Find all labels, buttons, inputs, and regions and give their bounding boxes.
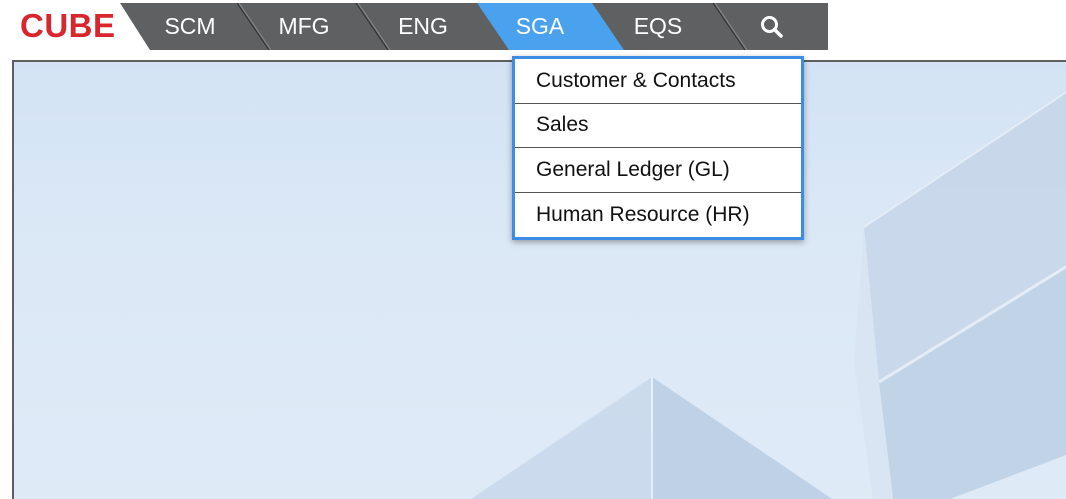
cube-logo[interactable]: CUBE	[20, 6, 116, 46]
sga-dropdown-menu: Customer & Contacts Sales General Ledger…	[512, 56, 804, 240]
menu-item-sales[interactable]: Sales	[515, 104, 801, 148]
tab-mfg[interactable]: MFG	[264, 3, 344, 50]
menu-item-human-resource[interactable]: Human Resource (HR)	[515, 193, 801, 238]
magnifier-icon	[761, 15, 783, 38]
tab-sga[interactable]: SGA	[500, 3, 580, 50]
search-icon[interactable]	[752, 3, 792, 50]
tab-scm[interactable]: SCM	[150, 3, 230, 50]
app-page: CUBE SCM MFG ENG SGA EQS Customer & Cont…	[0, 0, 1066, 499]
tab-eqs[interactable]: EQS	[618, 3, 698, 50]
tab-eng[interactable]: ENG	[383, 3, 463, 50]
menu-item-customer-contacts[interactable]: Customer & Contacts	[515, 59, 801, 104]
menu-item-general-ledger[interactable]: General Ledger (GL)	[515, 148, 801, 193]
